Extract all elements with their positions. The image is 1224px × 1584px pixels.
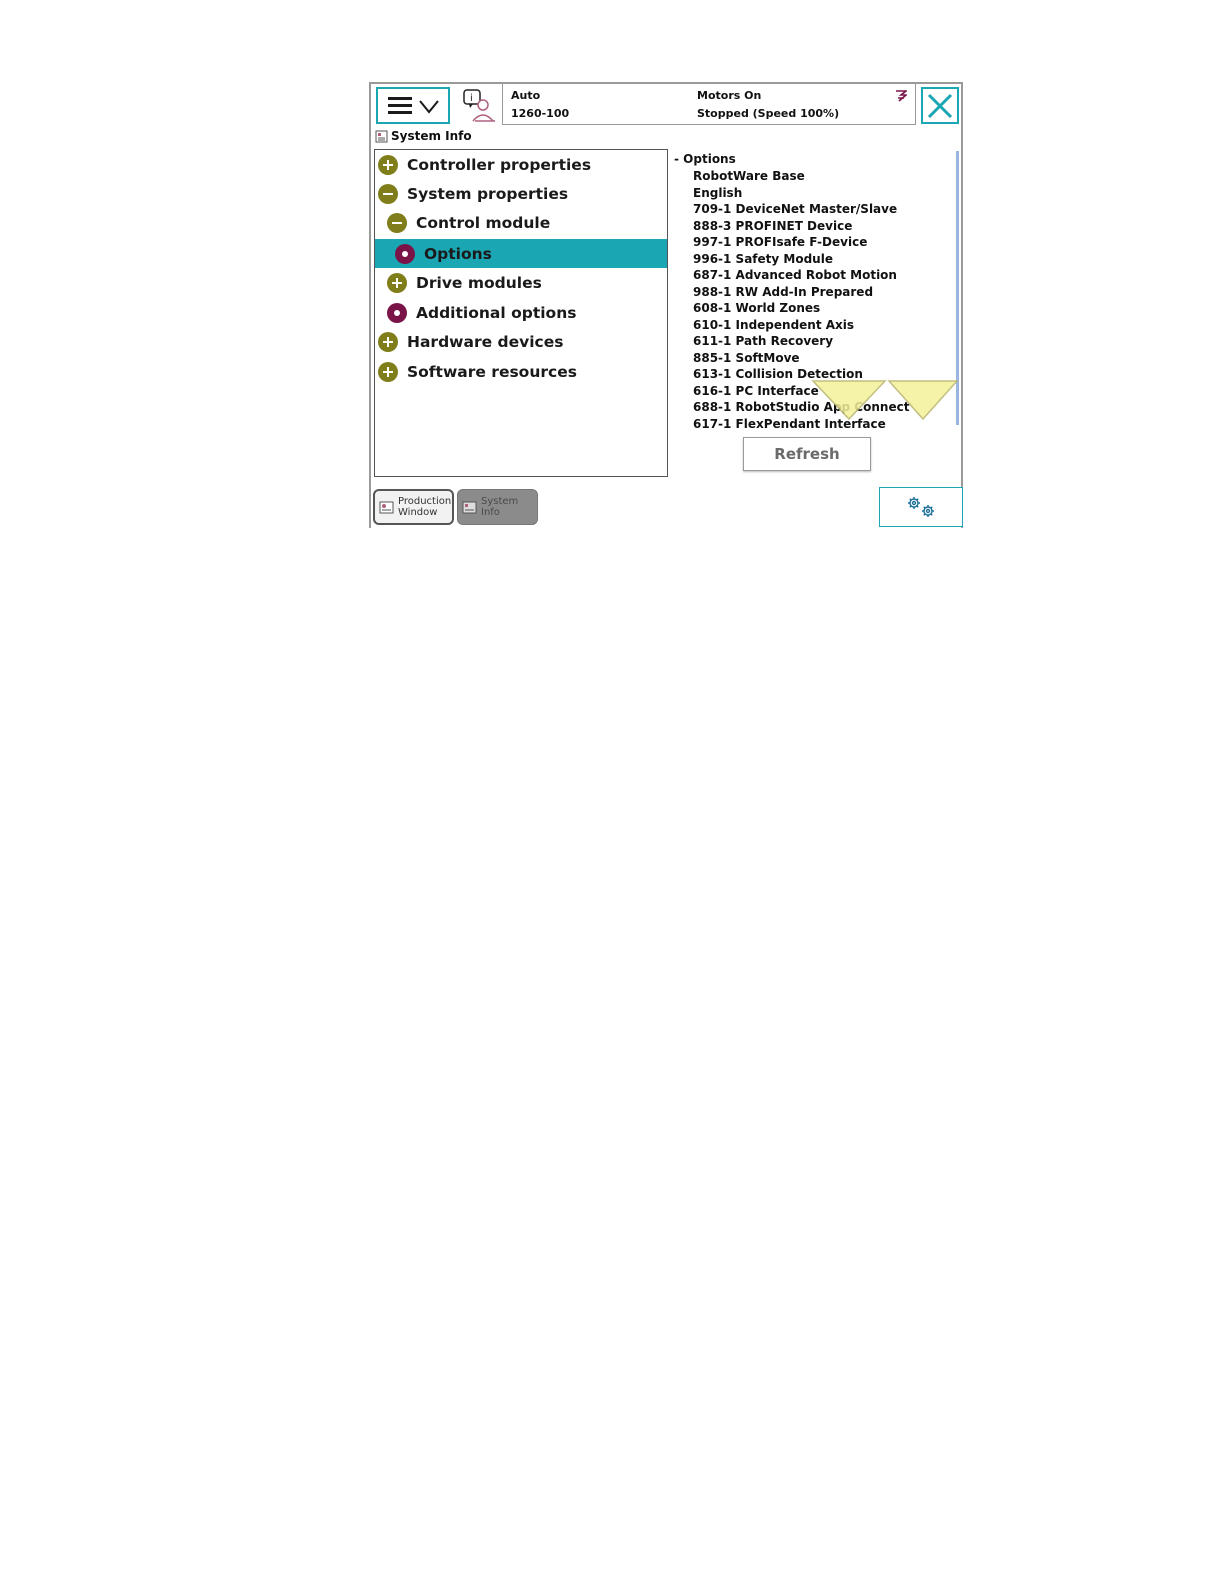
app-title-text: System Info — [391, 129, 472, 143]
list-item: 611-1 Path Recovery — [693, 334, 834, 348]
list-item: 687-1 Advanced Robot Motion — [693, 268, 897, 282]
tree-item-system-properties[interactable]: System properties — [375, 179, 667, 208]
scroll-down-icon[interactable] — [811, 380, 887, 421]
minus-icon[interactable] — [378, 183, 398, 204]
event-log-icon[interactable]: i — [461, 87, 499, 125]
svg-text:i: i — [470, 93, 473, 104]
plus-icon[interactable] — [378, 331, 398, 352]
tree-item-hardware-devices[interactable]: Hardware devices — [375, 327, 667, 356]
refresh-button[interactable]: Refresh — [743, 437, 871, 471]
options-header[interactable]: - Options — [674, 152, 736, 166]
motors-state: Motors On — [697, 89, 762, 102]
tree-item-options[interactable]: Options — [375, 239, 667, 268]
production-window-icon — [379, 501, 394, 513]
system-info-icon — [462, 501, 477, 513]
close-button[interactable] — [921, 87, 959, 124]
list-item: RobotWare Base — [693, 169, 805, 183]
dot-icon — [395, 243, 415, 264]
list-item: 709-1 DeviceNet Master/Slave — [693, 202, 898, 216]
dot-icon — [387, 302, 407, 323]
close-icon — [927, 93, 953, 119]
tree-item-label: Software resources — [407, 362, 577, 381]
status-bar[interactable]: Auto 1260-100 Motors On Stopped (Speed 1… — [502, 84, 916, 125]
list-item: 997-1 PROFIsafe F-Device — [693, 235, 868, 249]
scroll-down-arrows[interactable] — [811, 379, 959, 423]
tab-label: Production Window — [398, 496, 452, 518]
list-item: 608-1 World Zones — [693, 301, 821, 315]
tree-item-additional-options[interactable]: Additional options — [375, 298, 667, 327]
tab-production-window[interactable]: Production Window — [373, 489, 454, 525]
list-item: English — [693, 185, 743, 200]
tree-item-drive-modules[interactable]: Drive modules — [375, 268, 667, 297]
tree-item-controller-properties[interactable]: Controller properties — [375, 150, 667, 179]
tab-system-info[interactable]: System Info — [457, 489, 538, 525]
plus-icon[interactable] — [387, 272, 407, 293]
tree-item-label: Hardware devices — [407, 332, 564, 351]
robot-status-icon — [895, 89, 909, 106]
program-state: Stopped (Speed 100%) — [697, 107, 840, 120]
mode-text: Auto — [511, 89, 541, 102]
tree-item-label: Drive modules — [416, 273, 542, 292]
collapse-dash-icon[interactable]: - — [674, 152, 683, 166]
system-info-icon — [375, 130, 388, 142]
tree-item-software-resources[interactable]: Software resources — [375, 357, 667, 386]
hamburger-chevron-icon — [388, 97, 439, 114]
list-item: 610-1 Independent Axis — [693, 317, 855, 332]
app-title: System Info — [375, 129, 472, 143]
robot-name: 1260-100 — [511, 107, 570, 120]
main-menu-button[interactable] — [376, 87, 450, 124]
system-info-tree[interactable]: Controller properties System properties … — [374, 149, 668, 477]
list-item: 885-1 SoftMove — [693, 350, 800, 365]
options-header-label: Options — [683, 152, 736, 166]
tree-item-label: Controller properties — [407, 155, 592, 174]
tree-item-label: Options — [424, 244, 492, 263]
flexpendant-screen: i Auto 1260-100 Motors On Stopped (Speed… — [369, 82, 963, 528]
list-item: 988-1 RW Add-In Prepared — [693, 284, 874, 299]
tab-label: System Info — [481, 496, 519, 518]
plus-icon[interactable] — [378, 361, 398, 382]
minus-icon[interactable] — [387, 212, 407, 233]
tree-item-label: Control module — [416, 213, 551, 232]
quickset-button[interactable] — [879, 487, 963, 527]
tree-item-label: Additional options — [416, 303, 577, 322]
tree-item-label: System properties — [407, 184, 569, 203]
gears-icon — [908, 497, 934, 517]
list-item: 888-3 PROFINET Device — [693, 218, 853, 233]
plus-icon[interactable] — [378, 154, 398, 175]
page-down-icon[interactable] — [887, 380, 959, 421]
tree-item-control-module[interactable]: Control module — [375, 208, 667, 237]
list-item: 996-1 Safety Module — [693, 251, 833, 266]
